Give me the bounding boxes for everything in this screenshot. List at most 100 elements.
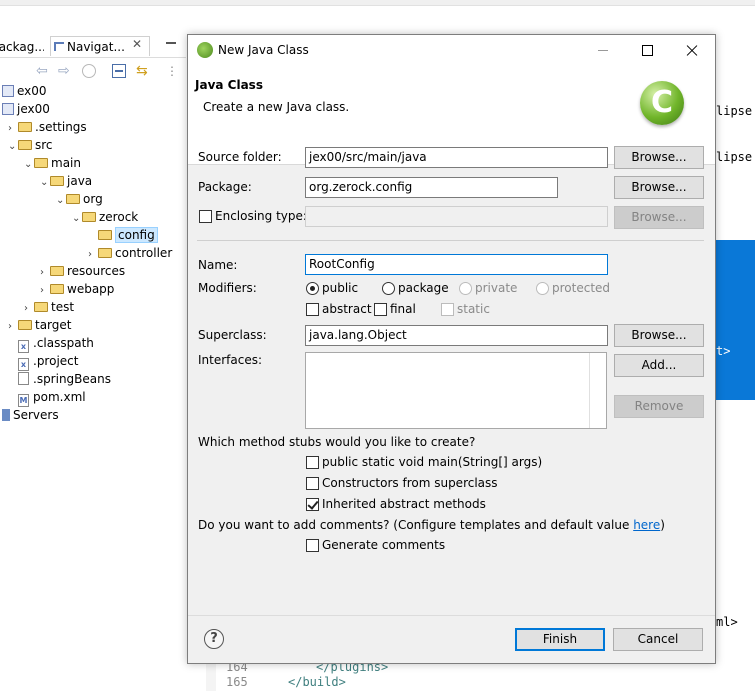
tree-item-label: test bbox=[51, 300, 75, 314]
browse-superclass-button[interactable]: Browse... bbox=[614, 324, 704, 347]
chevron-down-icon[interactable]: ⌄ bbox=[40, 174, 50, 192]
add-interface-button[interactable]: Add... bbox=[614, 354, 704, 377]
stub-constructors-checkbox[interactable] bbox=[306, 477, 319, 490]
modifier-abstract-label: abstract bbox=[322, 302, 372, 316]
source-folder-label: Source folder: bbox=[198, 150, 282, 164]
tree-item[interactable]: ⌄ src bbox=[8, 136, 53, 154]
modifier-static-label: static bbox=[457, 302, 490, 316]
editor-text: lipse. bbox=[716, 104, 755, 118]
cancel-button[interactable]: Cancel bbox=[613, 628, 703, 651]
minimize-button[interactable] bbox=[581, 35, 625, 65]
enclosing-type-input bbox=[305, 206, 608, 227]
folder-icon bbox=[50, 266, 64, 276]
generate-comments-checkbox[interactable] bbox=[306, 539, 319, 552]
folder-icon bbox=[34, 158, 48, 168]
tree-item-label: config bbox=[115, 227, 158, 243]
configure-templates-link[interactable]: here bbox=[633, 518, 660, 532]
tree-item[interactable]: Mpom.xml bbox=[8, 388, 86, 407]
source-folder-input[interactable]: jex00/src/main/java bbox=[305, 147, 608, 168]
close-button[interactable] bbox=[669, 35, 713, 65]
tree-item[interactable]: ⌄ org bbox=[56, 190, 103, 208]
close-icon[interactable]: ✕ bbox=[132, 37, 142, 51]
stub-inherited-checkbox[interactable] bbox=[306, 498, 319, 511]
tree-item[interactable]: › test bbox=[24, 298, 74, 316]
comments-question-suffix: ) bbox=[660, 518, 665, 532]
dialog-titlebar[interactable]: New Java Class bbox=[188, 35, 715, 65]
superclass-input[interactable]: java.lang.Object bbox=[305, 325, 608, 346]
tab-package-explorer[interactable]: Packag... bbox=[0, 37, 44, 57]
enclosing-type-checkbox[interactable] bbox=[199, 210, 212, 223]
minimize-icon[interactable] bbox=[166, 36, 176, 50]
chevron-down-icon[interactable]: ⌄ bbox=[8, 138, 18, 156]
tree-item[interactable]: Servers bbox=[0, 406, 59, 424]
stub-main-checkbox[interactable] bbox=[306, 456, 319, 469]
modifier-protected-radio bbox=[536, 282, 549, 295]
modifier-abstract-checkbox[interactable] bbox=[306, 303, 319, 316]
chevron-down-icon[interactable]: ⌄ bbox=[24, 156, 34, 174]
stub-inherited-label: Inherited abstract methods bbox=[322, 497, 486, 511]
view-menu-icon[interactable]: ⋮ bbox=[166, 64, 180, 78]
folder-icon bbox=[66, 194, 80, 204]
modifier-public-label: public bbox=[322, 281, 359, 295]
interfaces-list[interactable] bbox=[305, 352, 607, 429]
footer-separator bbox=[188, 615, 715, 616]
tree-item[interactable]: ⌄ main bbox=[24, 154, 81, 172]
tree-item[interactable]: › target bbox=[8, 316, 72, 334]
code-line: </build> bbox=[288, 675, 346, 689]
browse-package-button[interactable]: Browse... bbox=[614, 176, 704, 199]
file-icon bbox=[18, 372, 29, 385]
comments-question: Do you want to add comments? (Configure … bbox=[198, 518, 665, 532]
tree-item[interactable]: x .project bbox=[8, 352, 78, 371]
chevron-down-icon[interactable]: ⌄ bbox=[72, 210, 82, 228]
tree-item[interactable]: ex00 bbox=[0, 82, 47, 100]
tree-item-label: src bbox=[35, 138, 53, 152]
tree-item-label: main bbox=[51, 156, 81, 170]
finish-button[interactable]: Finish bbox=[515, 628, 605, 651]
maximize-button[interactable] bbox=[625, 35, 669, 65]
modifier-final-checkbox[interactable] bbox=[374, 303, 387, 316]
forward-icon[interactable]: ⇨ bbox=[58, 64, 72, 78]
tree-item-label: Servers bbox=[13, 408, 59, 422]
tree-item[interactable]: jex00 bbox=[0, 100, 50, 118]
dialog-title: New Java Class bbox=[218, 43, 309, 57]
tree-item[interactable]: config bbox=[88, 226, 158, 244]
tree-item-label: java bbox=[67, 174, 93, 188]
interfaces-label: Interfaces: bbox=[198, 353, 263, 367]
modifier-protected-label: protected bbox=[552, 281, 611, 295]
go-into-icon[interactable] bbox=[82, 64, 96, 78]
tree-item[interactable]: › .settings bbox=[8, 118, 87, 136]
folder-icon bbox=[34, 302, 48, 312]
tree-item[interactable]: › controller bbox=[88, 244, 172, 262]
tree-item[interactable]: ⌄ zerock bbox=[72, 208, 138, 226]
tree-item[interactable]: x .classpath bbox=[8, 334, 94, 353]
modifier-package-radio[interactable] bbox=[382, 282, 395, 295]
tree-item[interactable]: › resources bbox=[40, 262, 125, 280]
tree-item[interactable]: ⌄ java bbox=[40, 172, 92, 190]
stub-constructors-label: Constructors from superclass bbox=[322, 476, 498, 490]
help-icon[interactable]: ? bbox=[204, 629, 224, 649]
new-class-wizard-icon: C bbox=[640, 81, 684, 125]
tree-item-label: webapp bbox=[67, 282, 115, 296]
link-with-editor-icon[interactable]: ⇆ bbox=[136, 64, 150, 78]
tree-item[interactable]: › webapp bbox=[40, 280, 114, 298]
folder-icon bbox=[50, 176, 64, 186]
ide-toolbar bbox=[0, 0, 755, 6]
modifier-final-label: final bbox=[390, 302, 416, 316]
back-icon[interactable]: ⇦ bbox=[36, 64, 50, 78]
modifier-private-label: private bbox=[475, 281, 518, 295]
tree-item-label: zerock bbox=[99, 210, 139, 224]
editor-text: lipse.c bbox=[716, 150, 755, 164]
browse-source-folder-button[interactable]: Browse... bbox=[614, 146, 704, 169]
class-name-input[interactable]: RootConfig bbox=[305, 254, 608, 275]
tree-item-label: .classpath bbox=[33, 336, 94, 350]
folder-icon bbox=[50, 284, 64, 294]
modifier-package-label: package bbox=[398, 281, 449, 295]
chevron-down-icon[interactable]: ⌄ bbox=[56, 192, 66, 210]
package-input[interactable]: org.zerock.config bbox=[305, 177, 558, 198]
modifier-public-radio[interactable] bbox=[306, 282, 319, 295]
tree-item-label: pom.xml bbox=[33, 390, 86, 404]
wizard-description: Create a new Java class. bbox=[203, 100, 350, 114]
tree-item[interactable]: .springBeans bbox=[8, 370, 111, 388]
tree-item-label: .springBeans bbox=[33, 372, 111, 386]
collapse-all-icon[interactable] bbox=[112, 64, 126, 78]
